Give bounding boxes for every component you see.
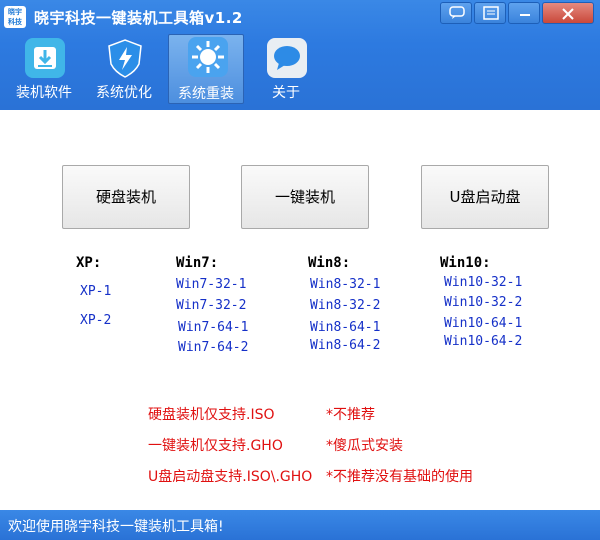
gear-sun-icon <box>188 37 228 77</box>
link-win7-64-1[interactable]: Win7-64-1 <box>178 320 248 335</box>
onekey-install-button[interactable]: 一键装机 <box>241 165 369 229</box>
link-win10-32-1[interactable]: Win10-32-1 <box>444 275 522 290</box>
usb-boot-button[interactable]: U盘启动盘 <box>421 165 549 229</box>
minimize-icon <box>520 14 530 16</box>
menu-button[interactable] <box>474 2 506 24</box>
close-button[interactable] <box>542 2 594 24</box>
link-xp-1[interactable]: XP-1 <box>80 284 111 299</box>
note-usb: U盘启动盘支持.ISO\.GHO <box>148 469 313 485</box>
link-win8-32-1[interactable]: Win8-32-1 <box>310 277 380 292</box>
tab-reinstall[interactable]: 系统重装 <box>168 34 244 104</box>
note-usb-rec: *不推荐没有基础的使用 <box>326 469 473 485</box>
tab-optimize[interactable]: 系统优化 <box>86 34 162 104</box>
header: 晓宇 科技 晓宇科技一键装机工具箱v1.2 装机软件 系统优化 系统重装 关于 <box>0 0 600 110</box>
xp-heading: XP: <box>76 255 102 271</box>
tab-label: 装机软件 <box>16 85 72 101</box>
link-xp-2[interactable]: XP-2 <box>80 313 111 328</box>
note-onekey: 一键装机仅支持.GHO <box>148 438 283 454</box>
link-win10-64-2[interactable]: Win10-64-2 <box>444 334 522 349</box>
win7-heading: Win7: <box>176 255 219 271</box>
win8-heading: Win8: <box>308 255 351 271</box>
shield-bolt-icon <box>105 38 145 78</box>
tab-label: 系统优化 <box>96 85 152 101</box>
minimize-button[interactable] <box>508 2 540 24</box>
link-win7-64-2[interactable]: Win7-64-2 <box>178 340 248 355</box>
tab-about[interactable]: 关于 <box>248 34 324 104</box>
feedback-button[interactable] <box>440 2 472 24</box>
window-title: 晓宇科技一键装机工具箱v1.2 <box>34 9 243 27</box>
menu-icon <box>483 6 499 20</box>
hdd-install-button[interactable]: 硬盘装机 <box>62 165 190 229</box>
win10-heading: Win10: <box>440 255 491 271</box>
link-win8-64-1[interactable]: Win8-64-1 <box>310 320 380 335</box>
status-bar: 欢迎使用晓宇科技一键装机工具箱! <box>0 510 600 540</box>
link-win10-64-1[interactable]: Win10-64-1 <box>444 316 522 331</box>
note-hdd: 硬盘装机仅支持.ISO <box>148 407 275 423</box>
link-win7-32-2[interactable]: Win7-32-2 <box>176 298 246 313</box>
download-icon <box>25 38 65 78</box>
tab-software[interactable]: 装机软件 <box>6 34 82 104</box>
note-hdd-rec: *不推荐 <box>326 407 375 423</box>
link-win8-32-2[interactable]: Win8-32-2 <box>310 298 380 313</box>
tab-label: 系统重装 <box>178 86 234 102</box>
chat-icon <box>449 6 465 19</box>
link-win8-64-2[interactable]: Win8-64-2 <box>310 338 380 353</box>
link-win10-32-2[interactable]: Win10-32-2 <box>444 295 522 310</box>
app-logo-icon: 晓宇 科技 <box>4 6 26 28</box>
link-win7-32-1[interactable]: Win7-32-1 <box>176 277 246 292</box>
chat-bubble-icon <box>267 38 307 78</box>
status-text: 欢迎使用晓宇科技一键装机工具箱! <box>8 519 224 535</box>
tab-label: 关于 <box>272 85 300 101</box>
note-onekey-rec: *傻瓜式安装 <box>326 438 403 454</box>
close-icon <box>562 8 574 20</box>
